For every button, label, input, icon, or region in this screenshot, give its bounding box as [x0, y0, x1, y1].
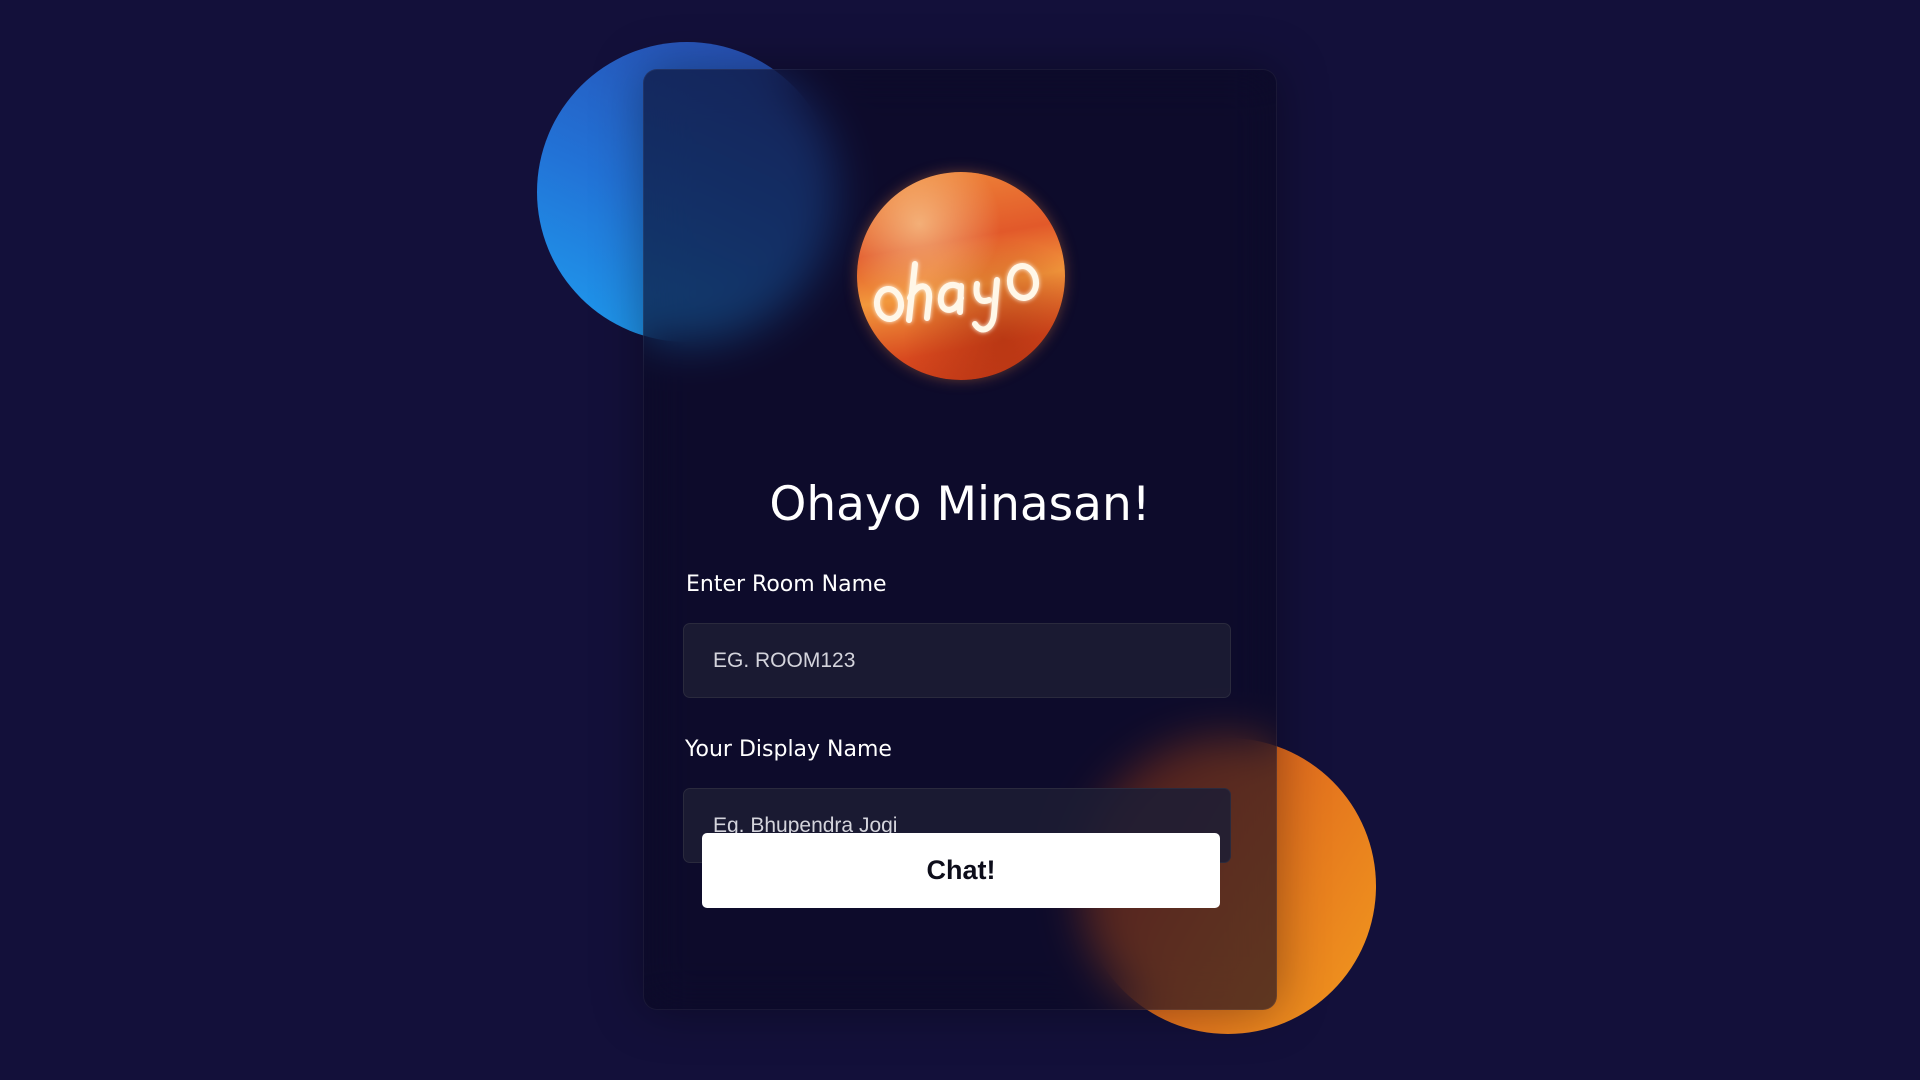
ohayo-logo-text — [873, 261, 1040, 333]
room-name-label: Enter Room Name — [686, 572, 887, 597]
chat-button[interactable]: Chat! — [702, 833, 1220, 908]
page-title: Ohayo Minasan! — [769, 477, 1151, 532]
room-name-input[interactable] — [683, 623, 1231, 698]
ohayo-logo — [857, 172, 1065, 380]
login-screen: Ohayo Minasan! Enter Room Name Your Disp… — [0, 0, 1920, 1080]
display-name-label: Your Display Name — [685, 737, 892, 762]
join-room-card: Ohayo Minasan! Enter Room Name Your Disp… — [643, 69, 1277, 1010]
